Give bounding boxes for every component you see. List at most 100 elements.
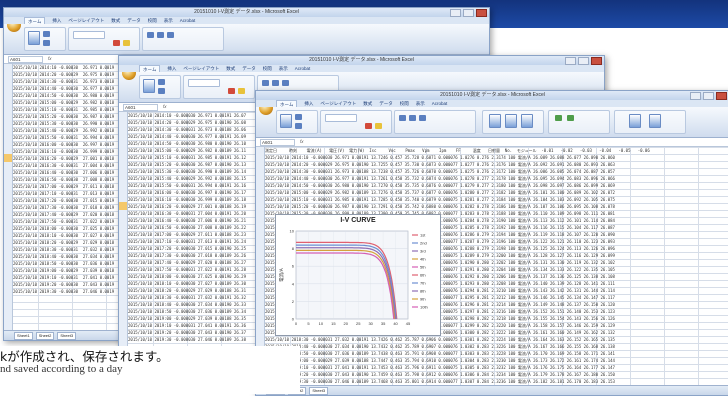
font-color-icon[interactable] bbox=[228, 88, 235, 94]
fx-icon[interactable]: fx bbox=[300, 138, 304, 146]
window-title: 20151010 I-V測定 データ.xlsx - Microsoft Exce… bbox=[4, 8, 489, 17]
delete-cells-icon[interactable] bbox=[567, 115, 574, 121]
office-button[interactable] bbox=[122, 72, 136, 80]
close-icon[interactable] bbox=[591, 57, 602, 65]
tab-review[interactable]: 校閲 bbox=[148, 17, 157, 24]
highlight-icon[interactable] bbox=[375, 123, 382, 129]
tab-acrobat[interactable]: Acrobat bbox=[432, 100, 448, 107]
font-select[interactable] bbox=[188, 79, 220, 87]
y-tick-label: 4 bbox=[292, 281, 295, 286]
tab-insert[interactable]: 挿入 bbox=[304, 100, 313, 107]
align-left-icon[interactable] bbox=[262, 80, 269, 86]
tab-acrobat[interactable]: Acrobat bbox=[180, 17, 196, 24]
align-right-icon[interactable] bbox=[419, 115, 426, 121]
y-tick-label: 6 bbox=[292, 264, 295, 269]
paste-icon[interactable] bbox=[280, 114, 292, 128]
name-box[interactable]: A601 bbox=[8, 56, 43, 63]
align-center-icon[interactable] bbox=[409, 115, 416, 121]
tab-data[interactable]: データ bbox=[379, 100, 393, 107]
alignment-group bbox=[142, 27, 224, 51]
align-left-icon[interactable] bbox=[147, 32, 154, 38]
copy-icon[interactable] bbox=[295, 123, 302, 129]
font-select[interactable] bbox=[73, 31, 105, 39]
minimize-icon[interactable] bbox=[565, 57, 576, 65]
close-icon[interactable] bbox=[476, 9, 487, 17]
name-box[interactable]: A601 bbox=[260, 139, 295, 146]
ribbon bbox=[4, 24, 489, 55]
align-right-icon[interactable] bbox=[282, 80, 289, 86]
align-center-icon[interactable] bbox=[272, 80, 279, 86]
sheet-tab-1[interactable]: Sheet1 bbox=[14, 332, 33, 340]
tab-review[interactable]: 校閲 bbox=[263, 65, 272, 72]
insert-cells-icon[interactable] bbox=[555, 115, 562, 121]
highlight-icon[interactable] bbox=[238, 88, 245, 94]
tab-data[interactable]: データ bbox=[127, 17, 141, 24]
highlight-icon[interactable] bbox=[123, 40, 130, 46]
sort-filter-icon[interactable] bbox=[629, 114, 641, 128]
legend-entry: 1st bbox=[420, 233, 426, 238]
font-color-icon[interactable] bbox=[113, 40, 120, 46]
legend-entry: 2nd bbox=[420, 241, 427, 246]
tab-data[interactable]: データ bbox=[242, 65, 256, 72]
ribbon-tabs: ホーム 挿入 ページレイアウト 数式 データ 校閲 表示 Acrobat bbox=[119, 65, 604, 72]
x-tick-label: 0 bbox=[295, 321, 298, 326]
tab-formulas[interactable]: 数式 bbox=[111, 17, 120, 24]
cut-icon[interactable] bbox=[295, 114, 302, 120]
table-row: 2015/10/10 2014:10 -0.000030 26.971 0.00… bbox=[265, 155, 615, 160]
tab-review[interactable]: 校閲 bbox=[400, 100, 409, 107]
cell-style-icon[interactable] bbox=[521, 114, 533, 128]
tab-home[interactable]: ホーム bbox=[139, 65, 161, 72]
sheet-tab-3[interactable]: Sheet3 bbox=[57, 332, 77, 340]
ribbon-tabs: ホーム 挿入 ページレイアウト 数式 データ 校閲 表示 Acrobat bbox=[4, 17, 489, 24]
paste-icon[interactable] bbox=[28, 31, 40, 45]
table-format-icon[interactable] bbox=[505, 114, 517, 128]
x-tick-label: 25 bbox=[356, 321, 361, 326]
tab-formulas[interactable]: 数式 bbox=[363, 100, 372, 107]
tab-view[interactable]: 表示 bbox=[416, 100, 425, 107]
tab-insert[interactable]: 挿入 bbox=[167, 65, 176, 72]
minimize-icon[interactable] bbox=[690, 92, 701, 100]
cut-icon[interactable] bbox=[43, 31, 50, 37]
tab-home[interactable]: ホーム bbox=[24, 17, 46, 24]
row-headers[interactable] bbox=[119, 112, 128, 366]
office-button[interactable] bbox=[7, 24, 21, 32]
tab-acrobat[interactable]: Acrobat bbox=[295, 65, 311, 72]
tab-view[interactable]: 表示 bbox=[164, 17, 173, 24]
tab-page-layout[interactable]: ページレイアウト bbox=[320, 100, 356, 107]
fx-icon[interactable]: fx bbox=[163, 103, 167, 111]
legend-entry: 8th bbox=[420, 289, 426, 294]
cut-icon[interactable] bbox=[158, 79, 165, 85]
legend-entry: 10th bbox=[420, 305, 428, 310]
copy-icon[interactable] bbox=[43, 40, 50, 46]
maximize-icon[interactable] bbox=[703, 92, 714, 100]
table-row: 2015/10/10 2014:40 -0.000030 26.977 0.00… bbox=[265, 176, 615, 181]
close-icon[interactable] bbox=[716, 92, 727, 100]
tab-insert[interactable]: 挿入 bbox=[52, 17, 61, 24]
x-tick-label: 5 bbox=[307, 321, 310, 326]
row-headers[interactable] bbox=[4, 64, 13, 330]
table-row: 測定日 時刻 電流(A) 電圧(V) 電力(W) Isc Voc Pmax Vp… bbox=[265, 148, 650, 153]
tab-view[interactable]: 表示 bbox=[279, 65, 288, 72]
align-right-icon[interactable] bbox=[167, 32, 174, 38]
iv-curve-chart[interactable]: I-V CURVE 0 2 4 6 8 10 0 5 10 15 20 25 30 35 40 45 電流/A 1… bbox=[275, 214, 441, 336]
font-select[interactable] bbox=[325, 114, 357, 122]
paste-icon[interactable] bbox=[143, 79, 155, 93]
x-tick-label: 40 bbox=[393, 321, 398, 326]
maximize-icon[interactable] bbox=[578, 57, 589, 65]
tab-home[interactable]: ホーム bbox=[276, 100, 298, 107]
maximize-icon[interactable] bbox=[463, 9, 474, 17]
fx-icon[interactable]: fx bbox=[48, 55, 52, 63]
align-center-icon[interactable] bbox=[157, 32, 164, 38]
conditional-format-icon[interactable] bbox=[489, 114, 501, 128]
find-select-icon[interactable] bbox=[649, 114, 661, 128]
office-button[interactable] bbox=[259, 107, 273, 115]
copy-icon[interactable] bbox=[158, 88, 165, 94]
tab-formulas[interactable]: 数式 bbox=[226, 65, 235, 72]
tab-page-layout[interactable]: ページレイアウト bbox=[183, 65, 219, 72]
sheet-tab-2[interactable]: Sheet2 bbox=[35, 332, 55, 340]
align-left-icon[interactable] bbox=[399, 115, 406, 121]
font-color-icon[interactable] bbox=[365, 123, 372, 129]
name-box[interactable]: A601 bbox=[123, 104, 158, 111]
minimize-icon[interactable] bbox=[450, 9, 461, 17]
tab-page-layout[interactable]: ページレイアウト bbox=[68, 17, 104, 24]
